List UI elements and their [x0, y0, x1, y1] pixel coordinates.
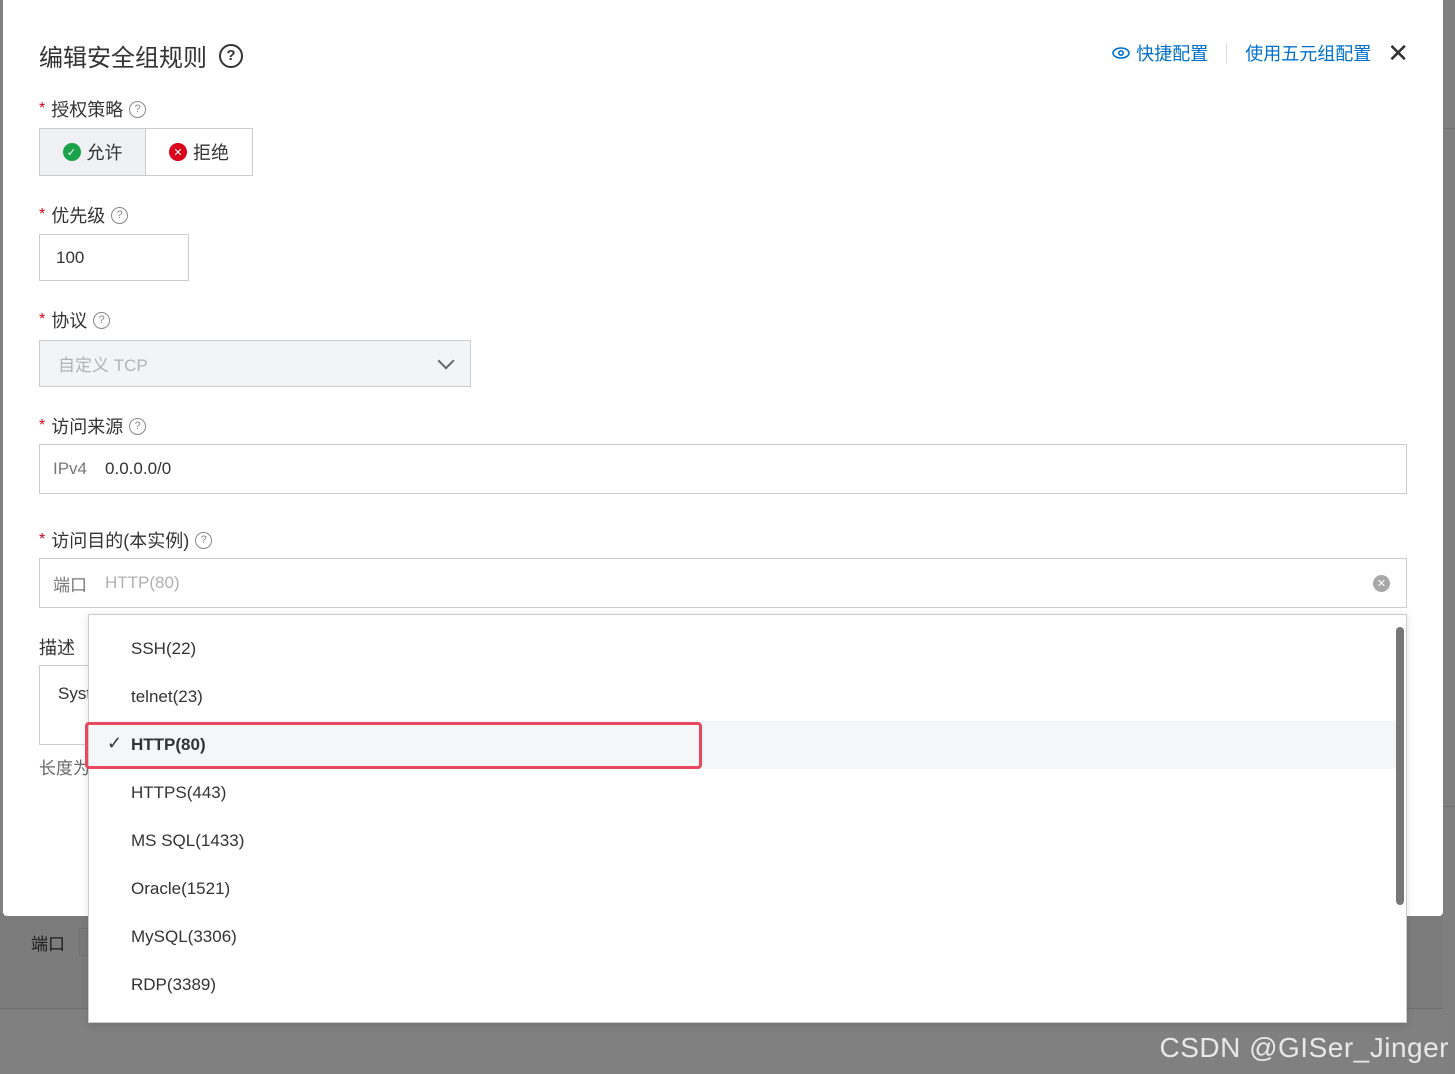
protocol-label-row: * 协议 ?	[39, 307, 111, 333]
x-circle-icon: ✕	[169, 143, 187, 161]
allow-label: 允许	[86, 143, 123, 163]
policy-radio-group: ✓ 允许 ✕ 拒绝	[39, 128, 253, 176]
priority-label: 优先级	[51, 206, 106, 226]
dropdown-option[interactable]: RDP(3389)	[89, 961, 1397, 1009]
allow-button[interactable]: ✓ 允许	[39, 128, 146, 176]
dropdown-option-selected[interactable]: ✓ HTTP(80)	[89, 721, 1397, 769]
port-dropdown: SSH(22) telnet(23) ✓ HTTP(80) HTTPS(443)…	[88, 614, 1407, 1023]
dropdown-option[interactable]: SSH(22)	[89, 625, 1397, 673]
option-label: SSH(22)	[131, 639, 197, 658]
destination-prefix: 端口	[53, 575, 87, 595]
priority-value: 100	[56, 247, 85, 267]
destination-placeholder: HTTP(80)	[105, 573, 180, 592]
source-label: 访问来源	[51, 417, 124, 437]
close-icon[interactable]: ✕	[1387, 40, 1409, 66]
clear-icon[interactable]: ✕	[1373, 575, 1390, 592]
watermark: CSDN @GISer_Jinger	[1159, 1032, 1449, 1063]
deny-button[interactable]: ✕ 拒绝	[146, 128, 253, 176]
quick-config-label: 快捷配置	[1136, 44, 1209, 64]
priority-input[interactable]: 100	[39, 234, 189, 281]
chevron-down-icon	[437, 352, 455, 370]
protocol-select[interactable]: 自定义 TCP	[39, 340, 471, 387]
background-port-label: 端口	[31, 935, 65, 954]
background-divider	[1443, 128, 1455, 129]
help-icon[interactable]: ?	[93, 311, 111, 329]
required-mark: *	[39, 531, 46, 548]
dropdown-option[interactable]: telnet(23)	[89, 673, 1397, 721]
modal-title: 编辑安全组规则	[39, 45, 207, 72]
dropdown-option[interactable]: MySQL(3306)	[89, 913, 1397, 961]
header-actions: 快捷配置 使用五元组配置 ✕	[1112, 40, 1409, 66]
modal-title-row: 编辑安全组规则 ?	[39, 38, 243, 73]
option-label: MS SQL(1433)	[131, 831, 245, 850]
protocol-label: 协议	[51, 311, 88, 331]
description-value: Syst	[58, 684, 92, 703]
priority-label-row: * 优先级 ?	[39, 202, 129, 228]
policy-label-row: * 授权策略 ?	[39, 96, 147, 122]
header-divider	[1226, 43, 1228, 63]
policy-label: 授权策略	[51, 100, 124, 120]
help-icon[interactable]: ?	[129, 100, 147, 118]
eye-icon	[1112, 47, 1131, 59]
description-label: 描述	[39, 638, 75, 658]
option-label: RDP(3389)	[131, 975, 217, 994]
length-hint: 长度为	[39, 759, 90, 778]
dropdown-option[interactable]: Oracle(1521)	[89, 865, 1397, 913]
required-mark: *	[39, 417, 46, 434]
option-label: Oracle(1521)	[131, 879, 231, 898]
destination-port-select[interactable]: 端口 HTTP(80) ✕	[39, 558, 1407, 608]
destination-label-row: * 访问目的(本实例) ?	[39, 527, 213, 553]
help-icon[interactable]: ?	[111, 206, 129, 224]
option-label: HTTP(80)	[131, 735, 206, 754]
required-mark: *	[39, 311, 46, 328]
quick-config-link[interactable]: 快捷配置	[1112, 40, 1208, 66]
background-divider	[1443, 806, 1455, 807]
checkmark-icon: ✓	[107, 733, 123, 753]
required-mark: *	[39, 100, 46, 117]
protocol-value: 自定义 TCP	[58, 356, 148, 375]
check-circle-icon: ✓	[62, 143, 81, 161]
dropdown-option[interactable]: MS SQL(1433)	[89, 817, 1397, 865]
scrollbar-thumb[interactable]	[1396, 627, 1404, 905]
deny-label: 拒绝	[193, 143, 229, 163]
option-label: HTTPS(443)	[131, 783, 227, 802]
source-value: 0.0.0.0/0	[105, 459, 172, 478]
required-mark: *	[39, 206, 46, 223]
dropdown-scrollbar[interactable]	[1392, 615, 1406, 1022]
help-icon[interactable]: ?	[219, 43, 243, 68]
option-label: telnet(23)	[131, 687, 203, 706]
background-right-edge	[1443, 0, 1455, 1074]
source-input[interactable]: IPv4 0.0.0.0/0	[39, 444, 1407, 494]
source-label-row: * 访问来源 ?	[39, 413, 147, 439]
source-prefix: IPv4	[53, 459, 88, 478]
dropdown-option[interactable]: HTTPS(443)	[89, 769, 1397, 817]
destination-label: 访问目的(本实例)	[51, 531, 190, 551]
help-icon[interactable]: ?	[129, 417, 147, 435]
option-label: MySQL(3306)	[131, 927, 237, 946]
five-tuple-link[interactable]: 使用五元组配置	[1245, 40, 1371, 66]
help-icon[interactable]: ?	[195, 531, 213, 549]
